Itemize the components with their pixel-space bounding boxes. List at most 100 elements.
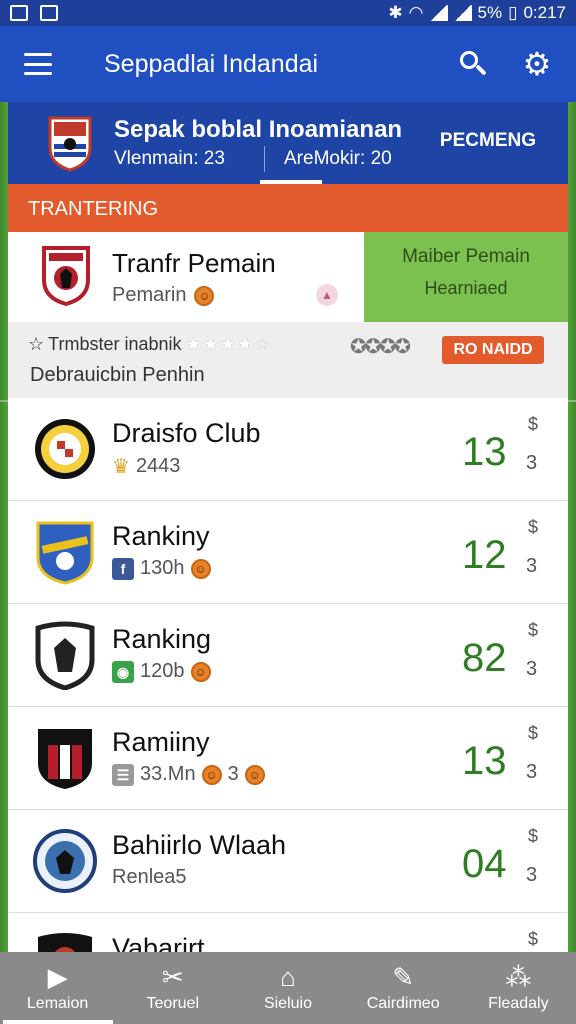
club-meta: ♛ 2443 <box>112 454 180 479</box>
featured-title: Tranfr Pemain <box>112 248 276 278</box>
list-item[interactable]: Draisfo Club ♛ 2443 13 $ 3 <box>8 398 568 501</box>
divider <box>264 146 265 172</box>
club-meta-extra: 3 <box>227 763 239 785</box>
club-meta: f 130h ☺ <box>112 557 211 580</box>
nav-item-fleadaly[interactable]: ⁂ Fleadaly <box>463 952 573 1024</box>
club-score: 13 <box>462 430 507 474</box>
club-symbol: $ <box>528 826 539 846</box>
clock: 0:217 <box>523 3 566 22</box>
club-symbol: $ <box>528 929 539 949</box>
message-icon[interactable]: ☰ <box>112 763 134 786</box>
featured-side-subtitle: Hearniaed <box>424 278 508 298</box>
bluetooth-icon: ✱ <box>388 3 403 22</box>
list-item[interactable]: Bahiirlo Wlaah Renlea5 04 $ 3 <box>8 810 568 913</box>
club-name: Ranking <box>112 624 212 654</box>
nav-label: Lemaion <box>26 995 89 1012</box>
app-bar: Seppadlai Indandai ⚙ <box>0 26 576 102</box>
pin-icon[interactable]: ▲ <box>316 284 338 306</box>
search-icon[interactable] <box>458 49 488 79</box>
bottom-nav: ▶ Lemaion ✂ Teoruel ⌂ Sieluio ✎ Cairdime… <box>0 952 576 1024</box>
edit-icon: ✎ <box>392 962 415 992</box>
league-name: Sepak boblal Inoamianan <box>114 116 403 143</box>
star-outline-icon: ☆ <box>28 334 45 354</box>
home-icon: ⌂ <box>280 962 296 992</box>
nav-label: Fleadaly <box>488 995 549 1012</box>
featured-side-panel[interactable]: Maiber Pemain Hearniaed <box>364 232 568 322</box>
dots-icon: ⁂ <box>505 962 532 992</box>
facebook-icon[interactable]: f <box>112 557 134 580</box>
club-crest-icon <box>42 246 90 306</box>
gear-icon[interactable]: ⚙ <box>522 48 552 80</box>
nav-item-cairdimeo[interactable]: ✎ Cairdimeo <box>348 952 458 1024</box>
club-meta-value: 33.Mn <box>140 763 196 785</box>
club-crest-icon <box>35 621 95 690</box>
club-crest-icon <box>38 729 92 789</box>
league-stat-right[interactable]: AreMokir: 20 <box>284 148 392 170</box>
signal-icon <box>453 5 472 21</box>
nav-item-lemaion[interactable]: ▶ Lemaion <box>2 952 113 1024</box>
wifi-icon: ◠ <box>408 3 424 22</box>
list-item[interactable]: Ramiiny ☰ 33.Mn ☺ 3 ☺ 13 $ 3 <box>8 707 568 810</box>
featured-side-title: Maiber Pemain <box>402 246 530 267</box>
list-item[interactable]: Rankiny f 130h ☺ 12 $ 3 <box>8 501 568 604</box>
club-crest-icon <box>33 829 97 893</box>
club-score: 13 <box>462 739 507 783</box>
app-title: Seppadlai Indandai <box>104 49 319 78</box>
club-meta: ☰ 33.Mn ☺ 3 ☺ <box>112 763 265 786</box>
club-crest-icon <box>36 521 94 585</box>
signal-icon <box>429 5 448 21</box>
section-banner: TRANTERING <box>8 184 568 232</box>
club-name: Bahiirlo Wlaah <box>112 830 287 860</box>
club-small-value: 3 <box>526 864 538 886</box>
filter-label-row: ☆ Trmbster inabnik ★★★★☆ <box>28 334 271 355</box>
nav-item-sieluio[interactable]: ⌂ Sieluio <box>233 952 343 1024</box>
league-stat-left[interactable]: Vlenmain: 23 <box>114 148 225 170</box>
club-name: Rankiny <box>112 521 210 551</box>
club-meta: ◉ 120b ☺ <box>112 660 211 683</box>
status-bar: ✱ ◠ 5% ▯ 0:217 <box>0 0 576 26</box>
rating-badges: ✪✪✪✪ <box>350 336 411 358</box>
pitch-line <box>0 400 8 402</box>
filter-label: Trmbster inabnik <box>48 334 182 354</box>
crown-icon: ♛ <box>112 456 130 478</box>
club-small-value: 3 <box>526 761 538 783</box>
club-symbol: $ <box>528 414 539 434</box>
club-name: Draisfo Club <box>112 418 261 448</box>
filter-subtitle: Debrauicbin Penhin <box>30 364 205 386</box>
coin-icon: ☺ <box>244 764 265 785</box>
featured-subtitle: Pemarin <box>112 284 187 306</box>
featured-card[interactable]: Tranfr Pemain Pemarin ☺ ▲ Maiber Pemain … <box>8 232 568 322</box>
club-crest-icon <box>38 933 92 952</box>
club-list: Draisfo Club ♛ 2443 13 $ 3 Rankiny f 130… <box>8 398 568 952</box>
league-action-button[interactable]: PECMENG <box>440 130 536 152</box>
coin-icon: ☺ <box>190 558 211 579</box>
menu-icon[interactable] <box>24 53 52 75</box>
notification-icon <box>40 5 58 21</box>
coin-icon: ☺ <box>201 764 222 785</box>
list-item[interactable]: Ranking ◉ 120b ☺ 82 $ 3 <box>8 604 568 707</box>
battery-level: 5% <box>477 3 503 22</box>
club-symbol: $ <box>528 723 539 743</box>
club-symbol: $ <box>528 620 539 640</box>
coin-icon: ☺ <box>194 285 215 306</box>
filter-bar: ☆ Trmbster inabnik ★★★★☆ ✪✪✪✪ RO NAIDD D… <box>8 322 568 398</box>
rating-stars[interactable]: ★★★★☆ <box>186 334 272 355</box>
club-name: Ramiiny <box>112 727 210 757</box>
pitch-line <box>568 400 576 402</box>
club-name: Vabarirt <box>112 933 205 952</box>
app-icon[interactable]: ◉ <box>112 660 134 683</box>
featured-subtitle-row: Pemarin ☺ <box>112 284 215 307</box>
play-icon: ▶ <box>47 962 68 992</box>
list-item[interactable]: Vabarirt $ <box>8 913 568 952</box>
club-symbol: $ <box>528 517 539 537</box>
battery-icon: ▯ <box>508 3 518 22</box>
filter-button[interactable]: RO NAIDD <box>442 336 544 364</box>
club-small-value: 3 <box>526 452 538 474</box>
club-score: 12 <box>462 533 507 577</box>
club-meta: Renlea5 <box>112 866 187 889</box>
nav-label: Cairdimeo <box>366 995 440 1012</box>
league-crest-icon <box>48 116 92 172</box>
nav-item-teoruel[interactable]: ✂ Teoruel <box>118 952 228 1024</box>
club-meta-value: Renlea5 <box>112 866 187 888</box>
league-header: Sepak boblal Inoamianan Vlenmain: 23 Are… <box>8 102 568 184</box>
